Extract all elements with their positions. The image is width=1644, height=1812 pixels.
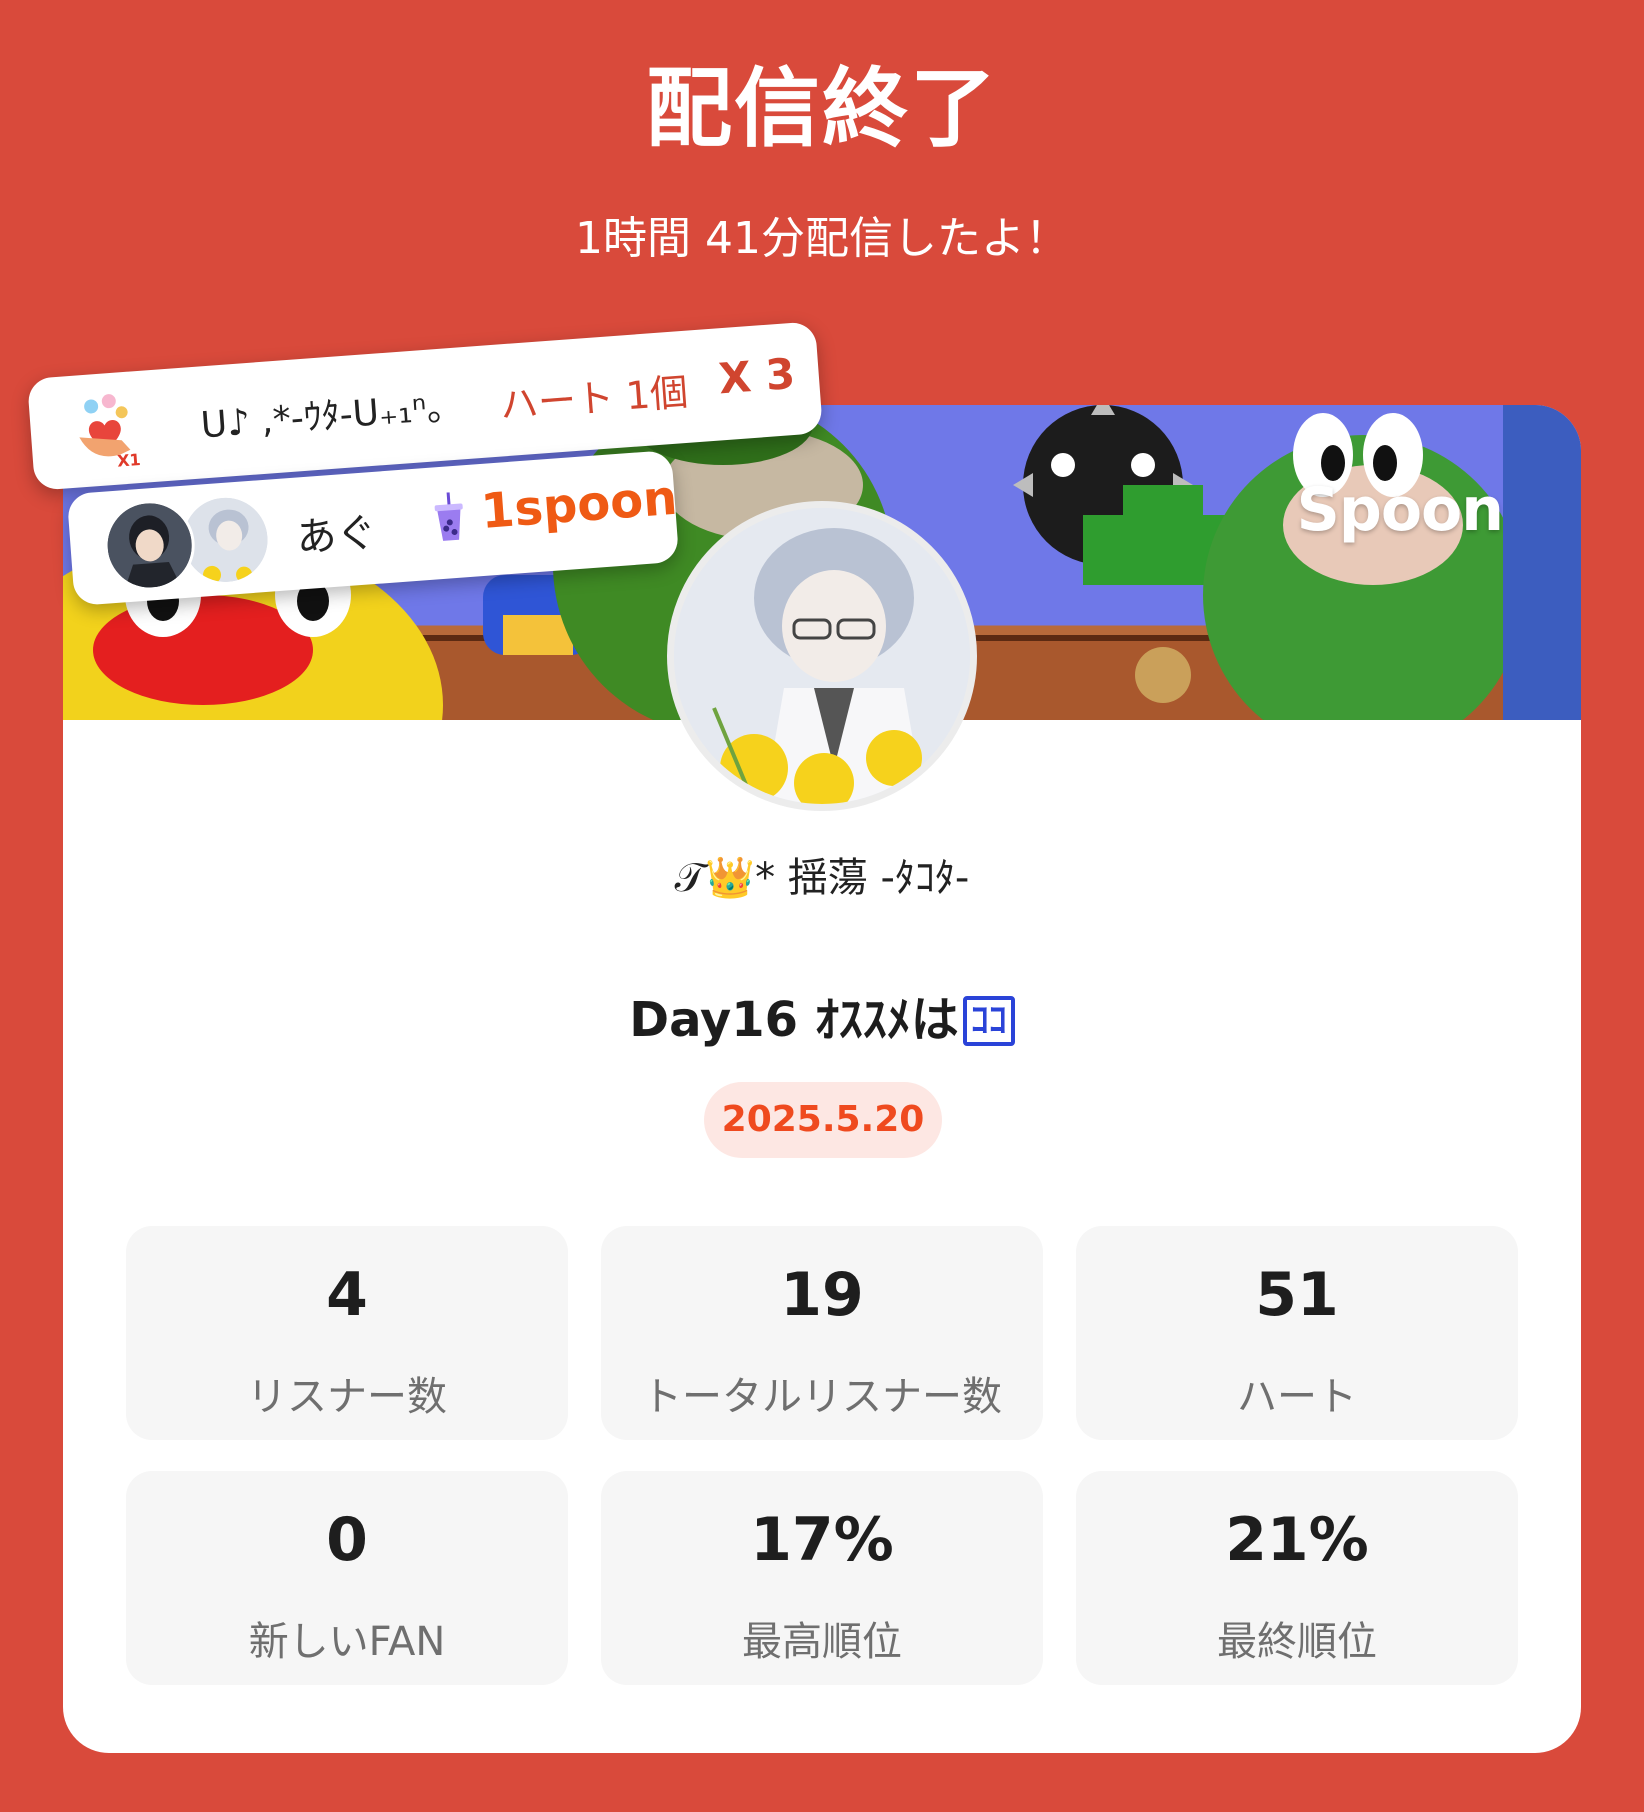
stream-title: Day16 ｵｽｽﾒは ｺｺ	[63, 980, 1581, 1050]
host-avatar[interactable]	[667, 501, 977, 811]
heart-gift-multiplier: X 3	[717, 348, 797, 404]
stat-value: 4	[326, 1260, 368, 1330]
stat-value: 51	[1255, 1260, 1339, 1330]
stat-total-listeners: 19 トータルリスナー数	[601, 1226, 1043, 1440]
spoon-sender-name: あぐ	[294, 509, 379, 562]
stat-label: 新しいFAN	[248, 1619, 446, 1665]
stat-label: リスナー数	[247, 1374, 447, 1420]
summary-card: Spoon 𝒯👑* 揺蕩 -ﾀｺﾀ- Day16 ｵｽｽﾒは ｺｺ 2025.5.…	[63, 405, 1581, 1753]
stream-date-badge: 2025.5.20	[704, 1082, 942, 1158]
stats-grid: 4 リスナー数 19 トータルリスナー数 51 ハート 0 新しいFAN 17%…	[126, 1226, 1518, 1685]
stream-duration: 1時間 41分配信したよ！	[575, 213, 1069, 264]
host-avatar-image	[674, 508, 970, 804]
stat-value: 17%	[750, 1505, 894, 1575]
stat-value: 21%	[1225, 1505, 1369, 1575]
stat-label: 最高順位	[742, 1619, 902, 1665]
host-username: 𝒯👑* 揺蕩 -ﾀｺﾀ-	[674, 855, 970, 901]
stat-new-fans: 0 新しいFAN	[126, 1471, 568, 1685]
heart-sender-name: ᑌ♪ ,*-ｳﾀ-U₊₁ⁿ。	[199, 386, 464, 447]
sender-avatar-image	[104, 500, 195, 591]
stat-value: 19	[780, 1260, 864, 1330]
page-title: 配信終了	[646, 59, 998, 159]
sender-avatar	[101, 497, 198, 594]
sender-avatars	[101, 491, 277, 594]
stat-listeners: 4 リスナー数	[126, 1226, 568, 1440]
stat-hearts: 51 ハート	[1076, 1226, 1518, 1440]
stat-highest-rank: 17% 最高順位	[601, 1471, 1043, 1685]
stat-label: ハート	[1237, 1374, 1357, 1420]
heart-gift-icon: X1	[79, 394, 142, 471]
stream-title-boxed-text: ｺｺ	[962, 996, 1015, 1046]
stream-title-text: Day16 ｵｽｽﾒは	[629, 992, 959, 1048]
stat-label: トータルリスナー数	[642, 1374, 1002, 1420]
stat-value: 0	[326, 1505, 368, 1575]
stream-end-screen: 配信終了 1時間 41分配信したよ！ Spoon 𝒯👑* 揺蕩 -ﾀｺﾀ- Da…	[0, 0, 1644, 1812]
spoon-amount: 1spoon	[479, 469, 680, 540]
heart-gift-label: ハート 1個	[498, 369, 690, 428]
stat-label: 最終順位	[1217, 1619, 1377, 1665]
stat-final-rank: 21% 最終順位	[1076, 1471, 1518, 1685]
spoon-logo: Spoon	[1296, 475, 1504, 545]
svg-text:X1: X1	[117, 450, 142, 471]
cup-icon	[434, 492, 463, 541]
